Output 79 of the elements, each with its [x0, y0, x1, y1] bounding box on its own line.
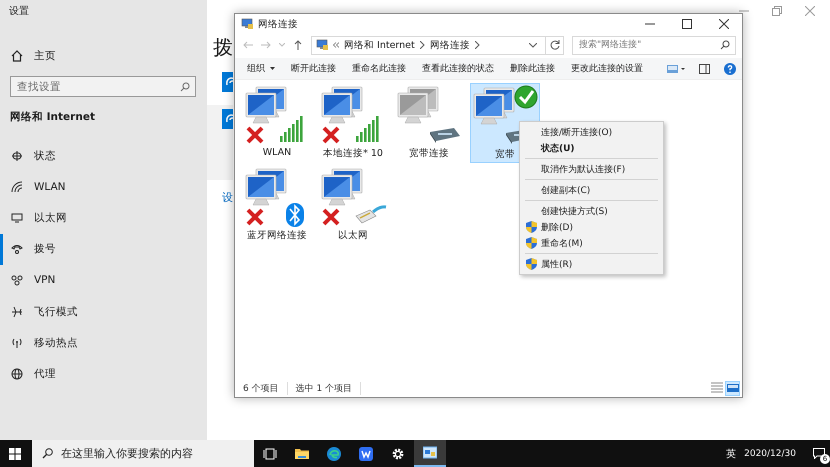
gear-icon [391, 446, 405, 460]
sidebar-item[interactable]: 以太网 [0, 202, 207, 234]
airplane-icon [11, 306, 23, 318]
taskbar-search-field[interactable]: 在这里输入你要搜索的内容 [32, 440, 254, 467]
help-icon[interactable] [724, 62, 736, 74]
search-icon [42, 448, 53, 459]
home-icon [11, 50, 23, 62]
sidebar-item[interactable]: VPN [0, 264, 207, 296]
search-icon [720, 40, 730, 50]
home-link[interactable]: 主页 [34, 48, 56, 62]
document-app-icon [359, 446, 373, 460]
close-icon[interactable] [719, 19, 729, 29]
message-icon [813, 448, 825, 459]
globe-icon [11, 150, 23, 162]
breadcrumb[interactable]: 网络连接 [430, 38, 470, 52]
browser-icon [327, 446, 341, 460]
phone-icon [11, 243, 23, 256]
windows-logo-icon[interactable] [9, 448, 21, 460]
folder-icon [295, 446, 309, 460]
large-icons-view-button[interactable] [725, 380, 740, 396]
sidebar-item[interactable]: 状态 [0, 140, 207, 172]
toolbar-button[interactable]: 断开此连接 [284, 60, 343, 77]
menu-item[interactable]: 创建快捷方式(S) [522, 203, 661, 219]
network-folder-icon [241, 18, 253, 30]
menu-item[interactable]: 取消作为默认连接(F) [522, 161, 661, 177]
vpn-icon [11, 274, 23, 286]
network-connection[interactable]: WLAN [242, 83, 312, 163]
menu-item[interactable]: 属性(R) [522, 256, 661, 272]
sidebar-item[interactable]: WLAN [0, 171, 207, 202]
input-language[interactable]: 英 [726, 446, 736, 460]
toolbar-button[interactable]: 组织 [240, 60, 282, 77]
wifi-icon [11, 180, 23, 193]
page-heading: 拨 [213, 34, 233, 61]
refresh-button[interactable] [546, 36, 564, 54]
search-icon [180, 82, 190, 92]
toolbar-button[interactable]: 重命名此连接 [345, 60, 413, 77]
clock-date[interactable]: 2020/12/30 [744, 448, 796, 458]
hotspot-icon [11, 336, 23, 349]
sidebar-item[interactable]: 移动热点 [0, 327, 207, 358]
address-bar[interactable]: 网络和 Internet 网络连接 [311, 36, 546, 54]
connection-card[interactable] [207, 105, 233, 180]
chevron-icon [420, 41, 425, 49]
taskbar-app[interactable] [414, 440, 446, 467]
window-title: 网络连接 [258, 18, 298, 30]
double-chevron-icon [333, 42, 339, 48]
network-folder-icon [316, 39, 328, 51]
up-arrow-icon[interactable] [293, 40, 303, 50]
network-connection[interactable]: 本地连接* 10 [318, 83, 388, 163]
toolbar-button[interactable]: 更改此连接的设置 [564, 60, 650, 77]
window-title: 设置 [9, 4, 30, 18]
status-text: 选中 1 个项目 [296, 382, 362, 394]
menu-item[interactable]: 删除(D) [522, 219, 661, 235]
monitor-icon [11, 212, 23, 224]
menu-item[interactable]: 创建副本(C) [522, 182, 661, 198]
settings-link[interactable]: 设 [222, 190, 233, 205]
preview-pane-icon[interactable] [699, 64, 710, 74]
breadcrumb[interactable]: 网络和 Internet [344, 38, 415, 52]
dropdown-caret-icon [270, 67, 275, 70]
toolbar-button[interactable]: 删除此连接 [503, 60, 562, 77]
view-options-icon[interactable] [667, 64, 685, 72]
maximize-icon[interactable] [682, 19, 692, 29]
network-connection[interactable]: 蓝牙网络连接 [242, 165, 312, 245]
task-view-icon [263, 446, 277, 460]
network-window-icon [423, 446, 437, 460]
sidebar-item[interactable]: 飞行模式 [0, 296, 207, 328]
toolbar-button[interactable]: 查看此连接的状态 [415, 60, 501, 77]
restore-icon[interactable] [772, 6, 782, 16]
details-view-button[interactable] [709, 380, 724, 396]
menu-item[interactable]: 重命名(M) [522, 235, 661, 251]
network-connection[interactable]: 以太网 [318, 165, 388, 245]
section-heading: 网络和 Internet [10, 110, 96, 124]
search-field[interactable]: 查找设置 [10, 76, 196, 97]
sidebar-item[interactable]: 拨号 [0, 234, 207, 265]
refresh-icon [550, 40, 560, 50]
status-text: 6 个项目 [243, 382, 288, 394]
dropdown-caret-icon[interactable] [529, 42, 537, 48]
globe-icon [11, 368, 23, 380]
sidebar-item[interactable]: 代理 [0, 358, 207, 390]
chevron-icon [474, 41, 480, 49]
